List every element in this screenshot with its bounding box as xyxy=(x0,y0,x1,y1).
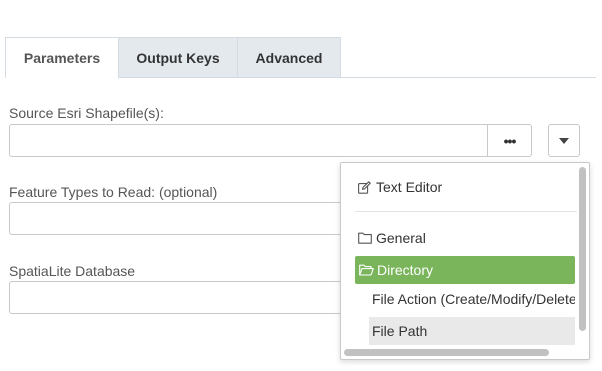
source-shapefile-input[interactable] xyxy=(9,124,488,157)
tab-parameters[interactable]: Parameters xyxy=(5,37,119,77)
tab-advanced[interactable]: Advanced xyxy=(237,37,341,77)
value-type-menu: Text Editor General Directory File Actio… xyxy=(340,162,590,360)
menu-item-label: General xyxy=(376,230,426,246)
tab-active-underlay xyxy=(6,76,118,78)
browse-button[interactable]: ••• xyxy=(487,124,532,157)
tab-bar: Parameters Output Keys Advanced xyxy=(5,37,341,77)
source-shapefile-label: Source Esri Shapefile(s): xyxy=(9,105,164,121)
dropdown-toggle-button[interactable] xyxy=(548,124,580,157)
browse-button-label: ••• xyxy=(503,132,517,149)
tab-label: Parameters xyxy=(23,49,101,66)
menu-item-label: File Action (Create/Modify/Delete xyxy=(372,291,575,307)
menu-item-label: Text Editor xyxy=(376,179,443,195)
menu-item-directory[interactable]: Directory xyxy=(355,256,575,284)
menu-item-file-path[interactable]: File Path xyxy=(369,317,575,345)
menu-item-file-action[interactable]: File Action (Create/Modify/Delete xyxy=(369,285,575,313)
menu-item-label: Directory xyxy=(377,262,434,278)
feature-types-label: Feature Types to Read: (optional) xyxy=(9,184,218,200)
folder-icon xyxy=(358,232,376,244)
edit-icon xyxy=(358,180,376,194)
tab-output-keys[interactable]: Output Keys xyxy=(118,37,238,77)
tab-label: Output Keys xyxy=(136,49,220,66)
menu-divider xyxy=(355,211,577,212)
menu-horizontal-scrollbar[interactable] xyxy=(344,349,549,356)
spatialite-database-label: SpatiaLite Database xyxy=(9,263,136,279)
menu-item-label: File Path xyxy=(372,323,428,339)
menu-item-text-editor[interactable]: Text Editor xyxy=(358,173,578,201)
menu-vertical-scrollbar[interactable] xyxy=(579,167,586,331)
tab-label: Advanced xyxy=(255,49,323,66)
chevron-down-icon xyxy=(559,137,569,144)
folder-open-icon xyxy=(359,264,377,276)
feature-types-input[interactable] xyxy=(9,202,349,235)
spatialite-database-input[interactable] xyxy=(9,281,349,314)
menu-item-general[interactable]: General xyxy=(358,224,578,252)
